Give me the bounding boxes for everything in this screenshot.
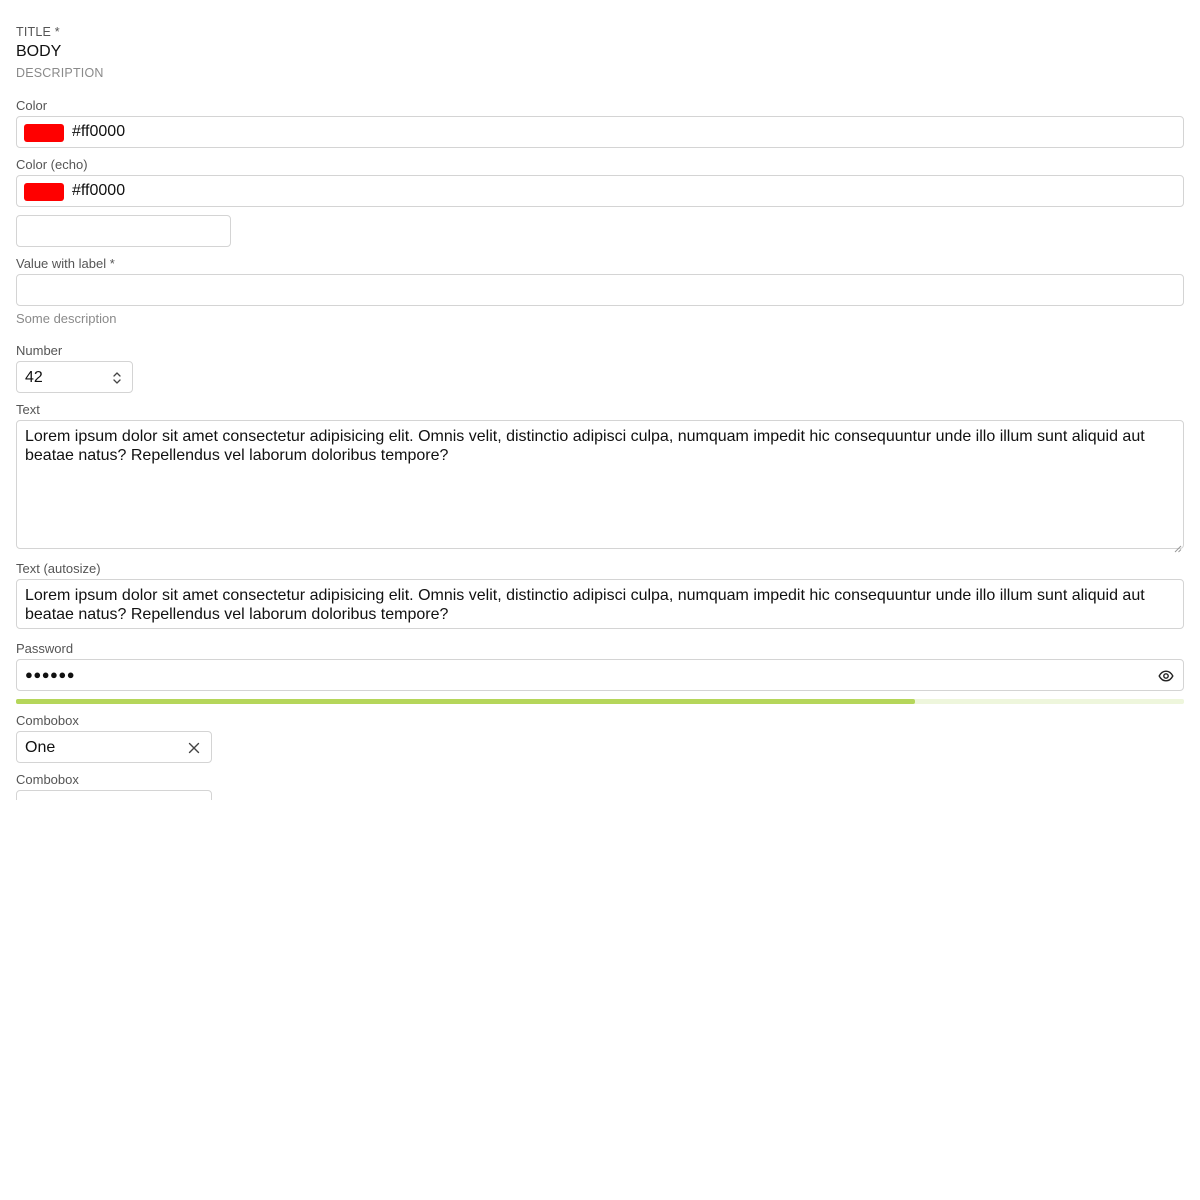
form-body: BODY bbox=[16, 43, 62, 60]
text-textarea-value: Lorem ipsum dolor sit amet consectetur a… bbox=[25, 428, 1145, 464]
unlabeled-input[interactable] bbox=[16, 215, 231, 247]
color-echo-swatch[interactable] bbox=[24, 183, 64, 201]
value-with-label-input[interactable] bbox=[16, 274, 1184, 306]
text-textarea[interactable]: Lorem ipsum dolor sit amet consectetur a… bbox=[16, 420, 1184, 553]
number-label: Number bbox=[16, 343, 63, 358]
form-title: TITLE * bbox=[16, 25, 60, 39]
number-input[interactable]: 42 bbox=[16, 361, 133, 393]
combobox-label: Combobox bbox=[16, 713, 79, 728]
close-icon[interactable] bbox=[188, 741, 200, 754]
password-strength-fill bbox=[16, 699, 916, 704]
password-strength-meter bbox=[16, 699, 1184, 704]
text-autosize-label: Text (autosize) bbox=[16, 561, 101, 576]
form-viewport: TITLE * BODY DESCRIPTION Color #ff0000 C… bbox=[0, 0, 1200, 800]
password-label: Password bbox=[16, 641, 74, 656]
value-with-label-description: Some description bbox=[16, 311, 117, 326]
text-autosize-textarea[interactable]: Lorem ipsum dolor sit amet consectetur a… bbox=[16, 579, 1184, 629]
color-swatch[interactable] bbox=[24, 124, 64, 142]
color-echo-value: #ff0000 bbox=[72, 182, 126, 199]
combobox-2-label: Combobox bbox=[16, 772, 79, 787]
form-description: DESCRIPTION bbox=[16, 66, 104, 80]
password-input[interactable]: ●●●●●● bbox=[16, 659, 1184, 691]
color-echo-field[interactable]: #ff0000 bbox=[16, 175, 1184, 207]
value-with-label-label: Value with label * bbox=[16, 256, 115, 271]
resize-grip-icon[interactable] bbox=[1174, 539, 1182, 553]
color-value: #ff0000 bbox=[72, 123, 126, 140]
combobox-value: One bbox=[25, 739, 56, 756]
combobox-input[interactable]: One bbox=[16, 731, 212, 763]
color-label: Color bbox=[16, 98, 48, 113]
combobox-2-input[interactable] bbox=[16, 790, 212, 800]
password-masked-value: ●●●●●● bbox=[25, 667, 76, 682]
text-label: Text bbox=[16, 402, 40, 417]
color-echo-label: Color (echo) bbox=[16, 157, 88, 172]
number-value: 42 bbox=[25, 369, 43, 386]
chevron-up-down-icon[interactable] bbox=[111, 369, 123, 387]
color-field[interactable]: #ff0000 bbox=[16, 116, 1184, 148]
text-autosize-value: Lorem ipsum dolor sit amet consectetur a… bbox=[25, 587, 1145, 623]
eye-icon[interactable] bbox=[1158, 668, 1174, 684]
